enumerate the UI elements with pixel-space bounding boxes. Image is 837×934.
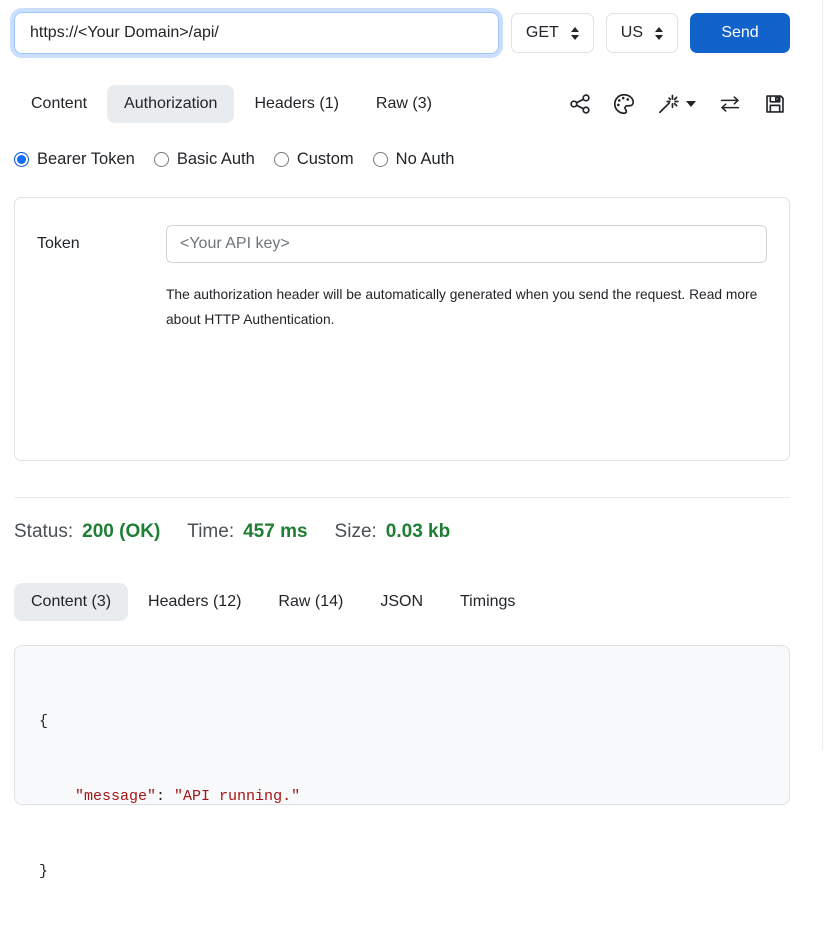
auth-option-label: Bearer Token <box>37 150 135 169</box>
bearer-token-panel: Token The authorization header will be a… <box>14 197 790 461</box>
radio-unchecked-icon <box>154 152 169 167</box>
send-button[interactable]: Send <box>690 13 790 53</box>
size-value: 0.03 kb <box>386 521 450 543</box>
response-tab-content[interactable]: Content (3) <box>14 583 128 621</box>
auth-option-no-auth[interactable]: No Auth <box>373 150 455 169</box>
section-divider <box>14 497 790 498</box>
auth-option-bearer-token[interactable]: Bearer Token <box>14 150 135 169</box>
response-status-row: Status: 200 (OK) Time: 457 ms Size: 0.03… <box>14 521 790 543</box>
region-select-value: US <box>621 24 643 42</box>
code-close-brace: } <box>39 863 48 880</box>
token-field[interactable] <box>166 225 767 263</box>
share-icon <box>569 93 591 115</box>
tab-headers[interactable]: Headers (1) <box>237 85 355 123</box>
magic-wand-icon <box>657 93 681 115</box>
auth-option-basic-auth[interactable]: Basic Auth <box>154 150 255 169</box>
theme-button[interactable] <box>609 89 639 119</box>
code-separator: : <box>156 788 174 805</box>
auth-type-options: Bearer Token Basic Auth Custom No Auth <box>14 150 790 169</box>
page-right-divider <box>822 0 823 750</box>
auth-option-custom[interactable]: Custom <box>274 150 354 169</box>
code-indent <box>39 788 75 805</box>
magic-actions-dropdown-button[interactable] <box>653 89 700 119</box>
size-label: Size: <box>335 521 377 543</box>
auth-option-label: Basic Auth <box>177 150 255 169</box>
response-tab-headers[interactable]: Headers (12) <box>131 583 258 621</box>
share-button[interactable] <box>565 89 595 119</box>
code-value: "API running." <box>174 788 300 805</box>
radio-checked-icon <box>14 152 29 167</box>
swap-button[interactable] <box>714 90 746 118</box>
code-open-brace: { <box>39 713 48 730</box>
status-value: 200 (OK) <box>82 521 160 543</box>
save-button[interactable] <box>760 89 790 119</box>
auth-option-label: No Auth <box>396 150 455 169</box>
method-select-value: GET <box>526 24 559 42</box>
region-select[interactable]: US <box>606 13 678 53</box>
select-updown-icon <box>655 27 663 40</box>
palette-icon <box>613 93 635 115</box>
tab-authorization[interactable]: Authorization <box>107 85 234 123</box>
response-body-code: { "message": "API running." } <box>14 645 790 805</box>
tab-raw[interactable]: Raw (3) <box>359 85 449 123</box>
response-tab-raw[interactable]: Raw (14) <box>261 583 360 621</box>
auth-help-text: The authorization header will be automat… <box>166 282 767 332</box>
time-label: Time: <box>187 521 234 543</box>
response-tab-timings[interactable]: Timings <box>443 583 532 621</box>
method-select[interactable]: GET <box>511 13 594 53</box>
radio-unchecked-icon <box>373 152 388 167</box>
response-tab-json[interactable]: JSON <box>363 583 440 621</box>
request-tabs: Content Authorization Headers (1) Raw (3… <box>14 85 790 123</box>
code-key: "message" <box>75 788 156 805</box>
url-input[interactable] <box>14 12 499 54</box>
select-updown-icon <box>571 27 579 40</box>
save-icon <box>764 93 786 115</box>
chevron-down-icon <box>686 101 696 107</box>
radio-unchecked-icon <box>274 152 289 167</box>
response-tabs: Content (3) Headers (12) Raw (14) JSON T… <box>14 583 790 621</box>
status-label: Status: <box>14 521 73 543</box>
token-label: Token <box>37 235 166 253</box>
tab-content[interactable]: Content <box>14 85 104 123</box>
api-client-panel: GET US Send Content Authorization Header… <box>14 0 790 805</box>
auth-option-label: Custom <box>297 150 354 169</box>
time-value: 457 ms <box>243 521 307 543</box>
request-bar: GET US Send <box>14 0 790 54</box>
swap-arrows-icon <box>718 94 742 114</box>
request-toolbar <box>565 89 790 119</box>
